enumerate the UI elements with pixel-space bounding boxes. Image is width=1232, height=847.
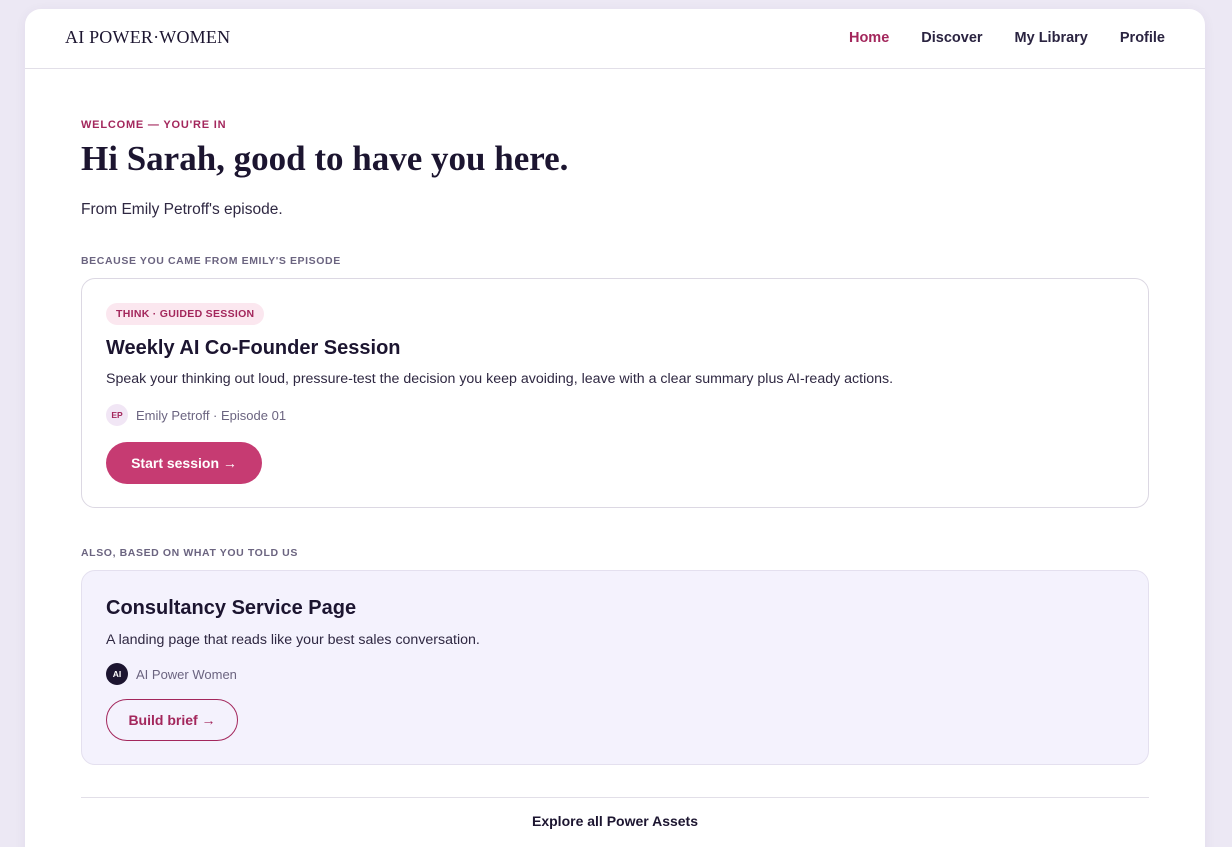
featured-card-title: Weekly AI Co-Founder Session — [106, 337, 401, 359]
nav-item-my-library[interactable]: My Library — [1015, 30, 1088, 46]
secondary-card-description: A landing page that reads like your best… — [106, 632, 480, 648]
brand-logo[interactable]: AI POWER·WOMEN — [65, 27, 230, 48]
nav-item-home[interactable]: Home — [849, 30, 889, 46]
secondary-section-label: ALSO, BASED ON WHAT YOU TOLD US — [81, 547, 298, 559]
featured-card-description: Speak your thinking out loud, pressure-t… — [106, 371, 894, 387]
build-brief-button[interactable]: Build brief → — [106, 699, 238, 741]
nav-item-profile[interactable]: Profile — [1120, 30, 1165, 46]
author-label: Emily Petroff · Episode 01 — [136, 407, 287, 423]
featured-author: EP Emily Petroff · Episode 01 — [106, 404, 286, 426]
featured-session-card: THINK · GUIDED SESSION Weekly AI Co-Foun… — [81, 278, 1149, 508]
welcome-eyebrow: WELCOME — YOU'RE IN — [81, 119, 227, 131]
nav-item-discover[interactable]: Discover — [921, 30, 982, 46]
featured-section-label: BECAUSE YOU CAME FROM EMILY'S EPISODE — [81, 255, 341, 267]
author-label: AI Power Women — [136, 666, 237, 682]
page-title: Hi Sarah, good to have you here. — [81, 139, 569, 178]
secondary-author: AI AI Power Women — [106, 663, 237, 685]
main-nav: Home Discover My Library Profile — [849, 30, 1165, 46]
secondary-asset-card: Consultancy Service Page A landing page … — [81, 570, 1149, 765]
footer-divider — [81, 797, 1149, 798]
start-session-button[interactable]: Start session → — [106, 442, 262, 484]
explore-all-link[interactable]: Explore all Power Assets — [81, 813, 1149, 829]
avatar: EP — [106, 404, 128, 426]
top-nav-bar: AI POWER·WOMEN Home Discover My Library … — [25, 9, 1205, 69]
app-window: AI POWER·WOMEN Home Discover My Library … — [25, 9, 1205, 847]
welcome-subline: From Emily Petroff's episode. — [81, 201, 283, 218]
avatar: AI — [106, 663, 128, 685]
session-type-tag: THINK · GUIDED SESSION — [106, 303, 265, 325]
secondary-card-title: Consultancy Service Page — [106, 597, 357, 619]
